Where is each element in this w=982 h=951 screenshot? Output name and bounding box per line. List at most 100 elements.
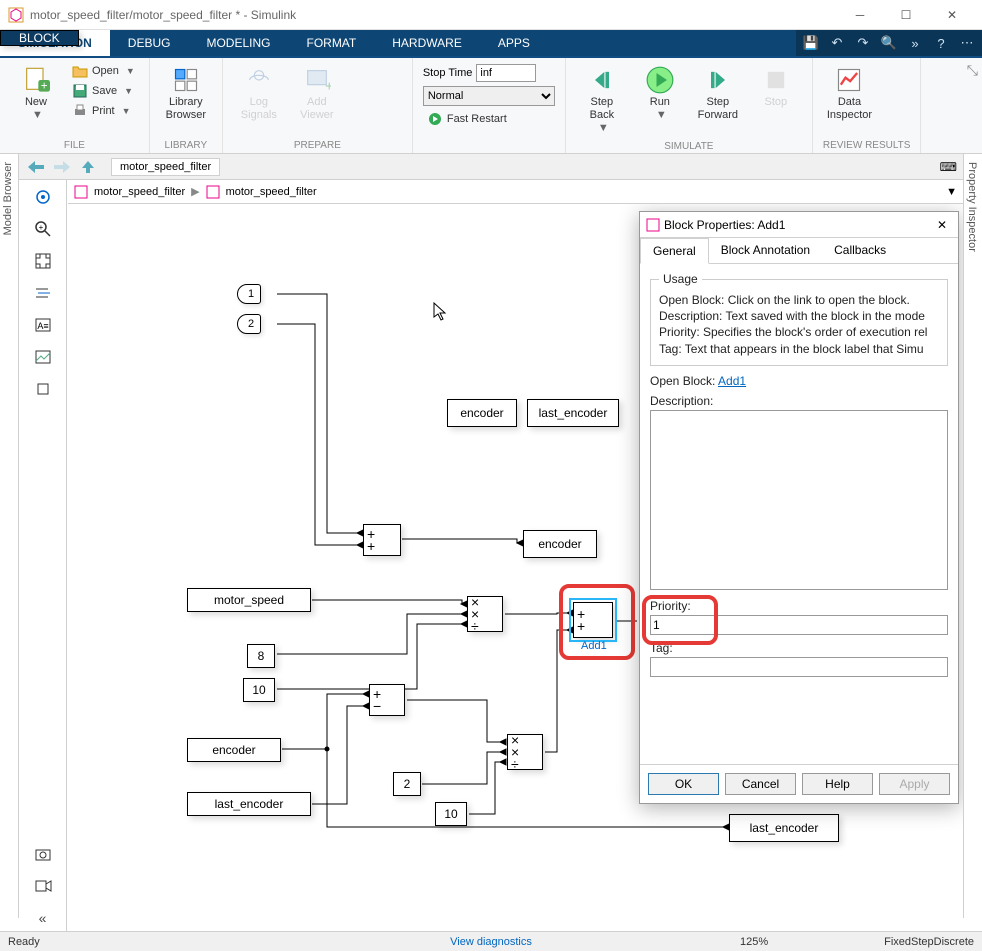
- stop-time-input[interactable]: [476, 64, 536, 82]
- property-inspector-panel[interactable]: Property Inspector: [963, 154, 982, 918]
- cancel-button[interactable]: Cancel: [725, 773, 796, 795]
- breadcrumb: motor_speed_filter ▶ motor_speed_filter …: [68, 180, 963, 204]
- toggle-icon[interactable]: [28, 280, 58, 306]
- menu-icon[interactable]: ⋯: [958, 34, 976, 52]
- collapse-icon[interactable]: «: [28, 905, 58, 931]
- fit-icon[interactable]: [28, 248, 58, 274]
- help-icon[interactable]: ?: [932, 34, 950, 52]
- step-back-button[interactable]: Step Back▼: [576, 62, 628, 139]
- dialog-tab-annotation[interactable]: Block Annotation: [709, 238, 822, 263]
- run-button[interactable]: Run▼: [634, 62, 686, 126]
- ribbon-collapse-icon[interactable]: ⤡: [967, 62, 978, 78]
- record-icon[interactable]: [28, 873, 58, 899]
- keyboard-icon[interactable]: ⌨: [940, 160, 957, 174]
- block-encoder-goto[interactable]: encoder: [447, 399, 517, 427]
- model-canvas[interactable]: 1 2 encoder last_encoder ++ encoder moto…: [67, 204, 963, 931]
- save-icon[interactable]: 💾: [802, 34, 820, 52]
- view-diagnostics-link[interactable]: View diagnostics: [450, 936, 532, 948]
- new-button[interactable]: + New▼: [10, 62, 62, 126]
- usage-legend: Usage: [659, 272, 702, 286]
- snapshot-icon[interactable]: [28, 841, 58, 867]
- group-simulate: SIMULATE: [576, 139, 802, 152]
- add-viewer-button[interactable]: +Add Viewer: [291, 62, 343, 126]
- nav-back-icon[interactable]: [25, 157, 47, 177]
- minimize-button[interactable]: ─: [838, 1, 882, 29]
- annotation-icon[interactable]: A≡: [28, 312, 58, 338]
- open-block-label: Open Block:: [650, 374, 715, 388]
- model-browser-panel[interactable]: Model Browser: [0, 154, 19, 918]
- expand-icon[interactable]: »: [906, 34, 924, 52]
- tag-label: Tag:: [650, 641, 948, 655]
- block-subtract[interactable]: +−: [369, 684, 405, 716]
- block-last-encoder-from[interactable]: last_encoder: [187, 792, 311, 816]
- solver-status[interactable]: FixedStepDiscrete: [884, 936, 974, 948]
- const-10b[interactable]: 10: [435, 802, 467, 826]
- tab-format[interactable]: FORMAT: [288, 30, 374, 56]
- stop-button[interactable]: Stop: [750, 62, 802, 113]
- dialog-tab-callbacks[interactable]: Callbacks: [822, 238, 898, 263]
- maximize-button[interactable]: ☐: [884, 1, 928, 29]
- usage-text: Open Block: Click on the link to open th…: [659, 292, 939, 357]
- undo-icon[interactable]: ↶: [828, 34, 846, 52]
- dialog-close-button[interactable]: ✕: [932, 218, 952, 232]
- dialog-title: Block Properties: Add1: [664, 218, 785, 232]
- app-icon: [8, 7, 24, 23]
- priority-input[interactable]: [650, 615, 948, 635]
- block-last-encoder-out[interactable]: last_encoder: [729, 814, 839, 842]
- block-last-encoder-goto[interactable]: last_encoder: [527, 399, 619, 427]
- tab-block[interactable]: BLOCK: [0, 30, 79, 46]
- block-product[interactable]: ××÷: [467, 596, 503, 632]
- library-browser-button[interactable]: Library Browser: [160, 62, 212, 126]
- ribbon-toolbar: + New▼ Open▼ Save▼ Print▼ FILE Library B…: [0, 58, 982, 154]
- inport-2[interactable]: 2: [237, 314, 261, 334]
- open-button[interactable]: Open▼: [68, 62, 139, 80]
- close-button[interactable]: ✕: [930, 1, 974, 29]
- tab-apps[interactable]: APPS: [480, 30, 548, 56]
- tab-debug[interactable]: DEBUG: [110, 30, 189, 56]
- search-icon[interactable]: 🔍: [880, 34, 898, 52]
- log-signals-button[interactable]: Log Signals: [233, 62, 285, 126]
- block-divide[interactable]: ××÷: [507, 734, 543, 770]
- block-add1[interactable]: ++: [573, 602, 613, 638]
- svg-text:A≡: A≡: [37, 321, 48, 331]
- description-input[interactable]: [650, 410, 948, 590]
- box-icon[interactable]: [28, 376, 58, 402]
- tab-hardware[interactable]: HARDWARE: [374, 30, 480, 56]
- data-inspector-button[interactable]: Data Inspector: [823, 62, 876, 126]
- nav-forward-icon[interactable]: [51, 157, 73, 177]
- chevron-right-icon: ▶: [191, 185, 199, 198]
- tag-input[interactable]: [650, 657, 948, 677]
- block-sum[interactable]: ++: [363, 524, 401, 556]
- block-encoder-out[interactable]: encoder: [523, 530, 597, 558]
- image-icon[interactable]: [28, 344, 58, 370]
- const-8[interactable]: 8: [247, 644, 275, 668]
- svg-text:+: +: [38, 223, 43, 232]
- file-tab[interactable]: motor_speed_filter: [111, 158, 220, 176]
- const-2[interactable]: 2: [393, 772, 421, 796]
- breadcrumb-dropdown-icon[interactable]: ▼: [946, 186, 957, 198]
- block-encoder-from[interactable]: encoder: [187, 738, 281, 762]
- ok-button[interactable]: OK: [648, 773, 719, 795]
- open-block-link[interactable]: Add1: [718, 374, 746, 388]
- breadcrumb-root[interactable]: motor_speed_filter: [94, 186, 185, 198]
- nav-up-icon[interactable]: [77, 157, 99, 177]
- fast-restart-button[interactable]: Fast Restart: [423, 110, 555, 128]
- help-button[interactable]: Help: [802, 773, 873, 795]
- status-ready: Ready: [8, 936, 40, 948]
- inport-1[interactable]: 1: [237, 284, 261, 304]
- explorer-bar-icon[interactable]: [28, 184, 58, 210]
- sim-mode-select[interactable]: Normal: [423, 86, 555, 106]
- breadcrumb-current[interactable]: motor_speed_filter: [226, 186, 317, 198]
- print-button[interactable]: Print▼: [68, 102, 139, 120]
- zoom-level[interactable]: 125%: [740, 936, 768, 948]
- zoom-icon[interactable]: +: [28, 216, 58, 242]
- cursor-icon: [433, 302, 449, 322]
- save-button[interactable]: Save▼: [68, 82, 139, 100]
- const-10a[interactable]: 10: [243, 678, 275, 702]
- step-forward-button[interactable]: Step Forward: [692, 62, 744, 126]
- block-motor-speed-from[interactable]: motor_speed: [187, 588, 311, 612]
- dialog-tab-general[interactable]: General: [640, 238, 709, 264]
- apply-button[interactable]: Apply: [879, 773, 950, 795]
- tab-modeling[interactable]: MODELING: [188, 30, 288, 56]
- redo-icon[interactable]: ↷: [854, 34, 872, 52]
